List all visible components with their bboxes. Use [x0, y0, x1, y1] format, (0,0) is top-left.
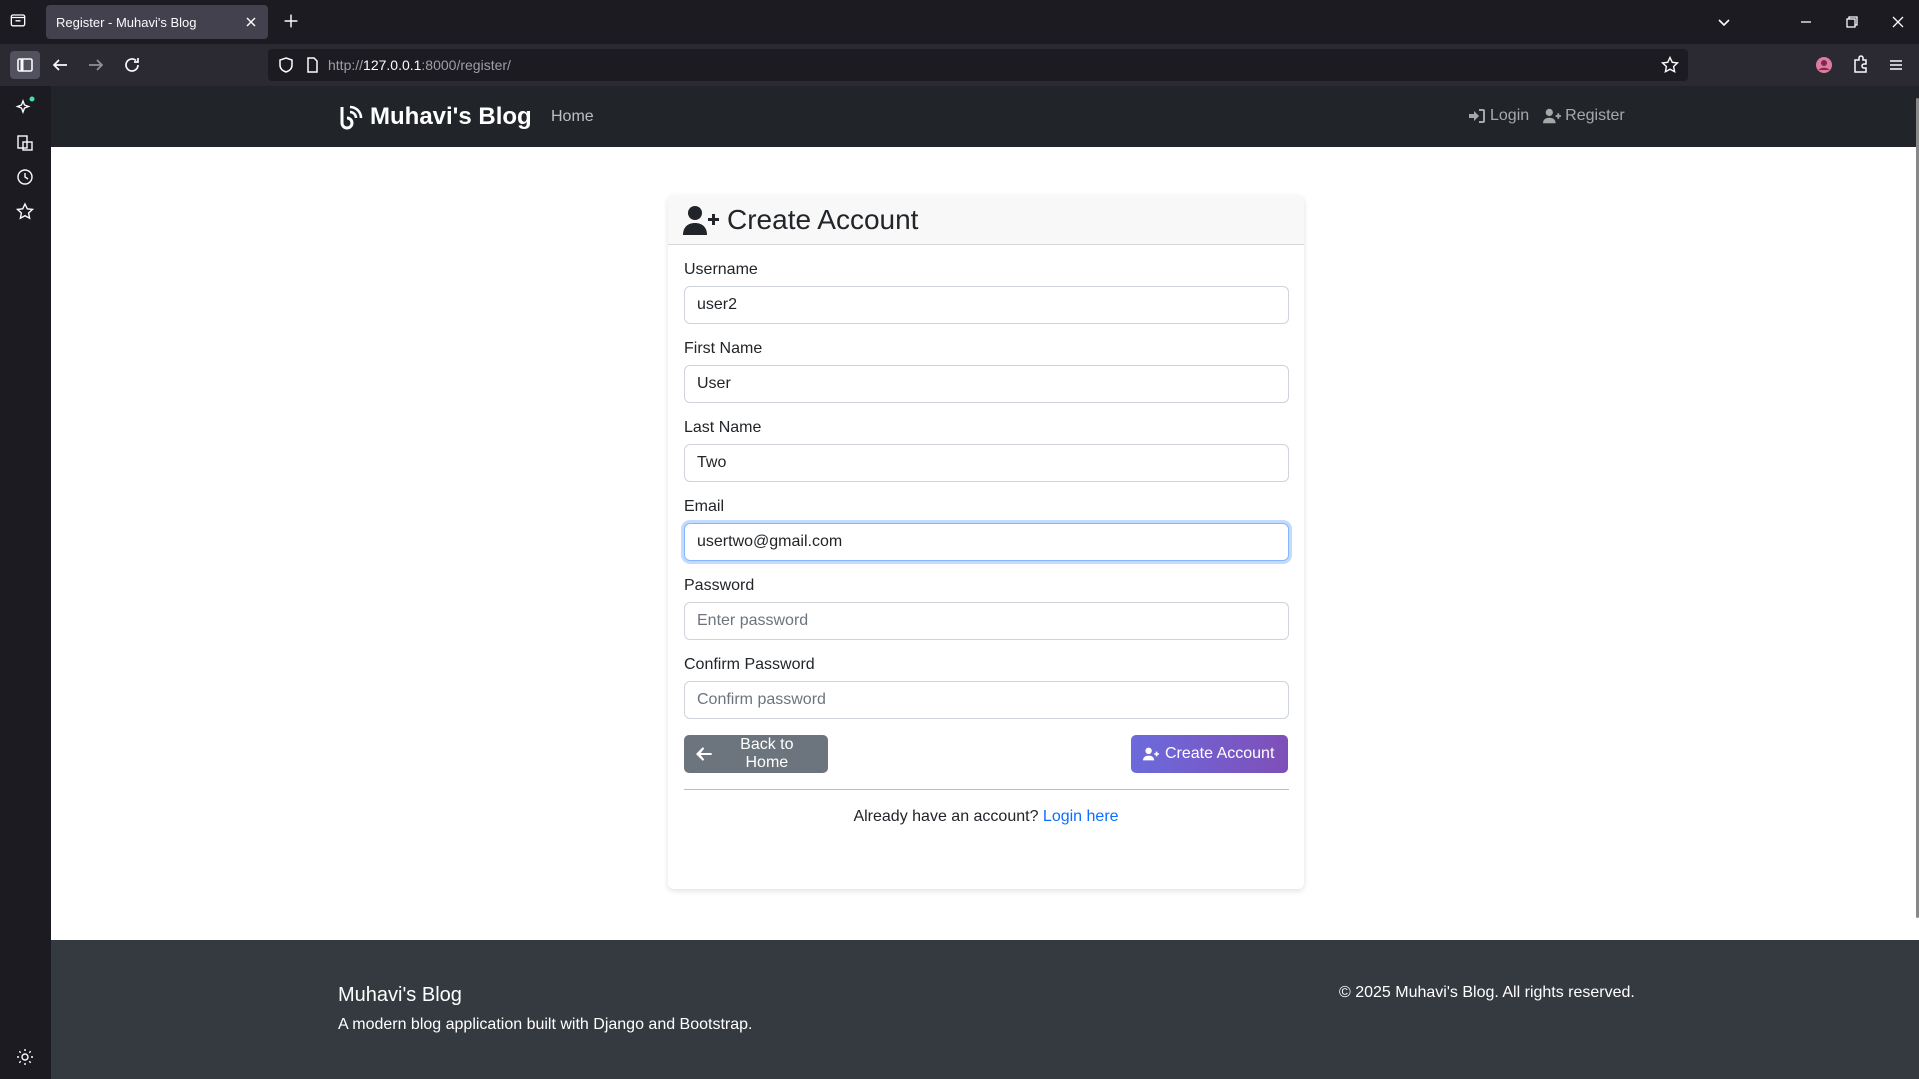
- form-actions: Back to Home Create Account: [684, 735, 1288, 773]
- site-brand[interactable]: Muhavi's Blog: [338, 103, 532, 131]
- password-field-group: Password: [684, 577, 1289, 640]
- arrow-left-icon: [696, 747, 712, 761]
- nav-auth-links: Login Register: [1468, 107, 1625, 125]
- register-card: Create Account Username First Name Last …: [668, 195, 1304, 889]
- web-page: Muhavi's Blog Home Login Register Create…: [51, 86, 1919, 1079]
- email-field-group: Email: [684, 498, 1289, 561]
- account-avatar-icon[interactable]: [1812, 53, 1836, 77]
- url-text[interactable]: http://127.0.0.1:8000/register/: [328, 57, 511, 73]
- confirm-password-field-group: Confirm Password: [684, 656, 1289, 719]
- app-menu-icon[interactable]: [1884, 53, 1908, 77]
- tab-title: Register - Muhavi's Blog: [56, 15, 197, 30]
- site-footer: Muhavi's Blog A modern blog application …: [51, 940, 1919, 1079]
- password-input[interactable]: [684, 602, 1289, 640]
- first-name-label: First Name: [684, 340, 763, 357]
- extensions-icon[interactable]: [1848, 53, 1872, 77]
- footer-title: Muhavi's Blog: [338, 984, 462, 1006]
- ai-chatbot-icon[interactable]: [14, 96, 36, 118]
- browser-sidebar: [0, 86, 51, 1079]
- page-scrollbar[interactable]: [1915, 86, 1919, 926]
- divider: [684, 789, 1289, 790]
- url-path: :8000/register/: [421, 57, 511, 73]
- email-input[interactable]: [684, 523, 1289, 561]
- url-bar[interactable]: http://127.0.0.1:8000/register/: [268, 49, 1688, 81]
- browser-tab-bar: Register - Muhavi's Blog: [0, 0, 1919, 44]
- last-name-field-group: Last Name: [684, 419, 1289, 482]
- tab-list-icon[interactable]: [8, 10, 32, 34]
- settings-gear-icon[interactable]: [14, 1046, 36, 1068]
- login-prompt: Already have an account? Login here: [684, 808, 1288, 826]
- sign-in-icon: [1469, 109, 1485, 123]
- username-label: Username: [684, 261, 758, 278]
- email-label: Email: [684, 498, 725, 515]
- first-name-field-group: First Name: [684, 340, 1289, 403]
- nav-register-label: Register: [1565, 107, 1625, 124]
- reload-icon[interactable]: [120, 53, 144, 77]
- back-arrow-icon[interactable]: [48, 53, 72, 77]
- page-info-icon[interactable]: [302, 55, 322, 75]
- list-all-tabs-icon[interactable]: [1710, 8, 1738, 36]
- close-window-icon[interactable]: [1884, 8, 1912, 36]
- create-account-button[interactable]: Create Account: [1131, 735, 1288, 773]
- back-to-home-button[interactable]: Back to Home: [684, 735, 828, 773]
- username-field-group: Username: [684, 261, 1289, 324]
- last-name-label: Last Name: [684, 419, 762, 436]
- login-prompt-text: Already have an account?: [853, 808, 1039, 825]
- first-name-input[interactable]: [684, 365, 1289, 403]
- nav-login-link[interactable]: Login: [1468, 107, 1529, 125]
- bookmark-star-icon[interactable]: [1660, 55, 1680, 75]
- blog-logo-icon: [340, 105, 363, 130]
- login-here-link[interactable]: Login here: [1043, 808, 1119, 825]
- register-form: Username First Name Last Name Email Pass…: [668, 245, 1304, 842]
- nav-home-link[interactable]: Home: [551, 108, 594, 126]
- confirm-password-label: Confirm Password: [684, 656, 815, 673]
- minimize-icon[interactable]: [1792, 8, 1820, 36]
- browser-toolbar: http://127.0.0.1:8000/register/: [0, 44, 1919, 86]
- username-input[interactable]: [684, 286, 1289, 324]
- user-plus-icon: [1143, 747, 1159, 761]
- bookmarks-star-icon[interactable]: [14, 201, 36, 223]
- nav-login-label: Login: [1490, 107, 1530, 124]
- close-tab-icon[interactable]: [242, 13, 260, 31]
- url-scheme: http://: [328, 57, 364, 73]
- password-label: Password: [684, 577, 755, 594]
- last-name-input[interactable]: [684, 444, 1289, 482]
- browser-tab[interactable]: Register - Muhavi's Blog: [46, 5, 268, 39]
- history-clock-icon[interactable]: [14, 166, 36, 188]
- nav-register-link[interactable]: Register: [1543, 107, 1625, 125]
- restore-icon[interactable]: [1838, 8, 1866, 36]
- site-navbar: Muhavi's Blog Home Login Register: [51, 86, 1919, 147]
- url-host: 127.0.0.1: [363, 57, 422, 73]
- confirm-password-input[interactable]: [684, 681, 1289, 719]
- create-button-label: Create Account: [1165, 745, 1275, 762]
- user-plus-icon: [683, 205, 719, 235]
- brand-name: Muhavi's Blog: [370, 103, 532, 130]
- new-tab-icon[interactable]: [280, 10, 304, 34]
- tracking-shield-icon[interactable]: [276, 55, 296, 75]
- back-button-label: Back to Home: [740, 736, 794, 771]
- card-header: Create Account: [668, 195, 1304, 245]
- footer-copyright: © 2025 Muhavi's Blog. All rights reserve…: [1339, 984, 1635, 1001]
- forward-arrow-icon[interactable]: [84, 53, 108, 77]
- footer-description: A modern blog application built with Dja…: [338, 1016, 753, 1033]
- sidebar-toggle-icon[interactable]: [10, 51, 40, 79]
- user-plus-icon: [1543, 108, 1562, 124]
- synced-tabs-icon[interactable]: [14, 132, 36, 154]
- page-title: Create Account: [727, 203, 919, 235]
